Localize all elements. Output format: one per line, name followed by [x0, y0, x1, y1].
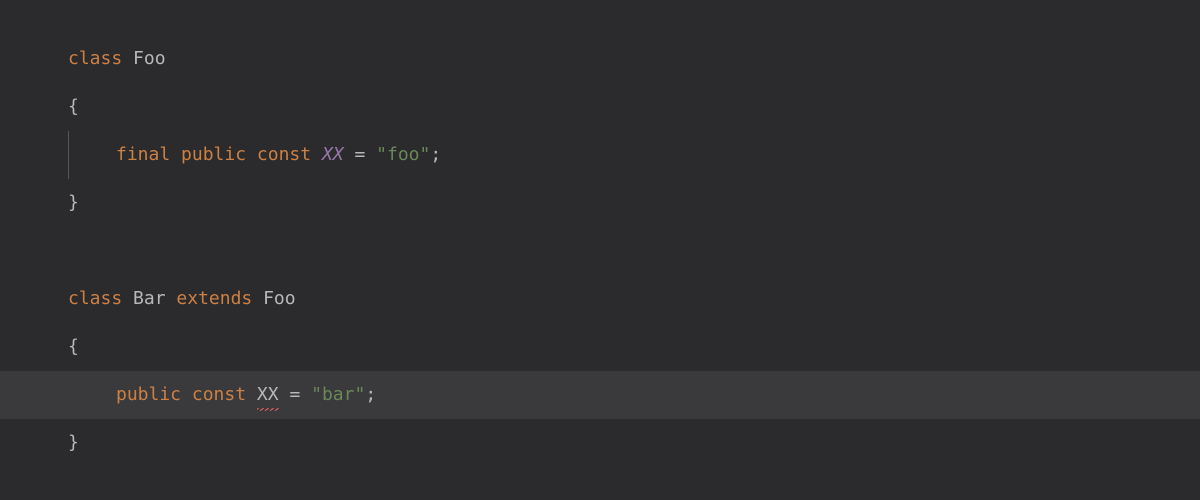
- code-line-empty[interactable]: [0, 227, 1200, 275]
- code-line[interactable]: final public const XX = "foo";: [0, 131, 1200, 179]
- cursor-line-indicator: [68, 131, 69, 179]
- class-name: Bar: [133, 285, 166, 314]
- string-literal: "bar": [311, 381, 365, 410]
- semicolon: ;: [430, 141, 441, 170]
- code-line[interactable]: {: [0, 83, 1200, 131]
- code-line-active[interactable]: public const XX = "bar";: [0, 371, 1200, 419]
- code-line[interactable]: class Foo: [0, 35, 1200, 83]
- keyword-extends: extends: [176, 285, 252, 314]
- brace-open: {: [68, 333, 79, 362]
- constant-name-error: XX: [257, 381, 279, 410]
- keyword-public: public: [181, 141, 246, 170]
- brace-open: {: [68, 93, 79, 122]
- keyword-class: class: [68, 285, 122, 314]
- class-name: Foo: [133, 45, 166, 74]
- keyword-const: const: [257, 141, 311, 170]
- keyword-public: public: [116, 381, 181, 410]
- code-line[interactable]: {: [0, 323, 1200, 371]
- brace-close: }: [68, 429, 79, 458]
- parent-class-name: Foo: [263, 285, 296, 314]
- code-line[interactable]: }: [0, 419, 1200, 467]
- keyword-final: final: [116, 141, 170, 170]
- code-editor[interactable]: class Foo { final public const XX = "foo…: [0, 0, 1200, 467]
- keyword-const: const: [192, 381, 246, 410]
- string-literal: "foo": [376, 141, 430, 170]
- code-line[interactable]: }: [0, 179, 1200, 227]
- operator-equals: =: [289, 381, 300, 410]
- constant-name: XX: [322, 141, 344, 170]
- operator-equals: =: [354, 141, 365, 170]
- code-line[interactable]: class Bar extends Foo: [0, 275, 1200, 323]
- semicolon: ;: [365, 381, 376, 410]
- keyword-class: class: [68, 45, 122, 74]
- brace-close: }: [68, 189, 79, 218]
